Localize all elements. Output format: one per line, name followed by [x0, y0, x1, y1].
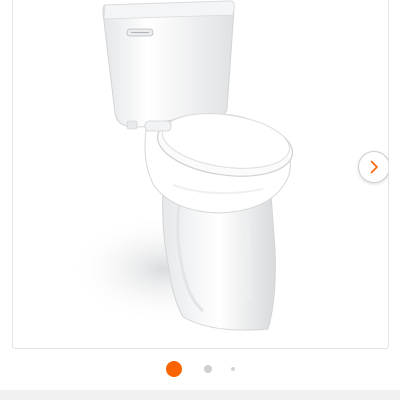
carousel-dot[interactable] — [230, 367, 235, 371]
toilet-product-image — [68, 0, 294, 331]
next-image-button[interactable] — [358, 151, 388, 183]
toilet-tank — [102, 0, 235, 128]
chevron-right-icon — [370, 160, 378, 174]
bottom-divider-bar — [0, 390, 400, 400]
product-gallery-page — [0, 0, 400, 400]
carousel-dot-active[interactable] — [165, 361, 182, 377]
product-image-frame[interactable] — [12, 0, 389, 349]
carousel-dot[interactable] — [203, 365, 212, 373]
carousel-pagination — [0, 360, 400, 378]
